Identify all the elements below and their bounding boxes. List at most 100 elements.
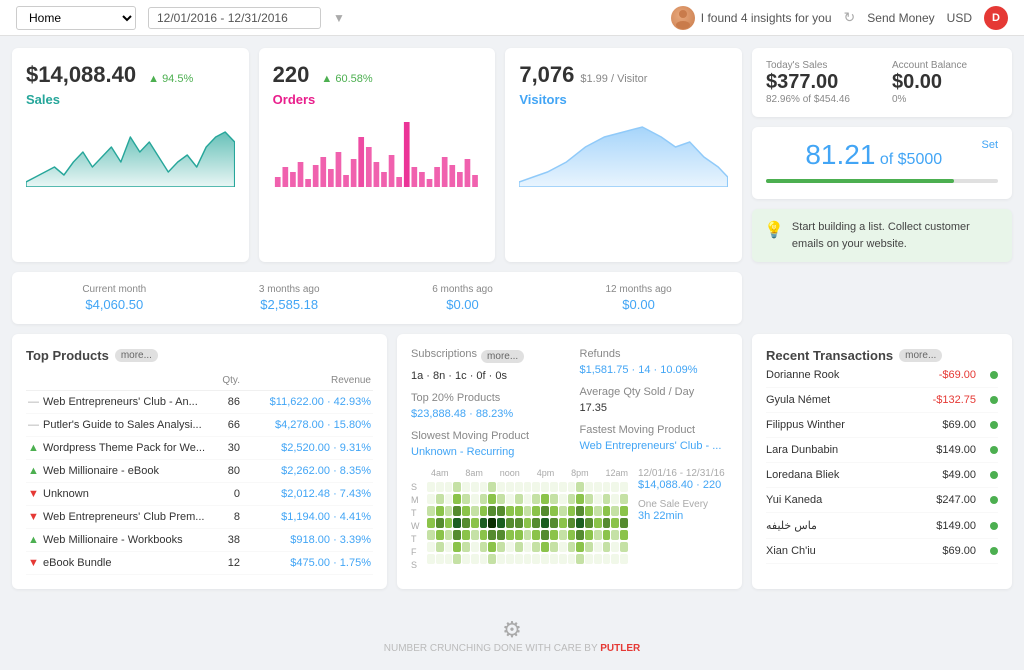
product-qty: 80: [215, 460, 242, 483]
heatmap-day-label: S: [411, 482, 423, 493]
heatmap-cell: [462, 506, 470, 516]
tx-amount: -$132.75: [933, 394, 976, 406]
tx-status-dot: [990, 396, 998, 404]
heatmap-cell: [445, 518, 453, 528]
transaction-row: Xian Ch'iu $69.00: [766, 539, 998, 564]
heatmap-cell: [576, 518, 584, 528]
account-balance-stat: Account Balance $0.00 0%: [892, 60, 998, 105]
main-grid: $14,088.40 94.5% Sales 220 60.58% Orders: [0, 36, 1024, 601]
middle-top-stats: Subscriptions more... 1a · 8n · 1c · 0f …: [411, 348, 728, 458]
calendar-icon[interactable]: ▼: [333, 11, 345, 25]
orders-label: Orders: [273, 92, 482, 107]
heatmap-cell: [497, 494, 505, 504]
heatmap-cell: [462, 518, 470, 528]
avg-qty-val: 17.35: [580, 402, 729, 414]
goal-card: Set 81.21 of $5000: [752, 127, 1012, 199]
table-row: ▲ Web Millionaire - eBook 80 $2,262.00 ·…: [26, 460, 373, 483]
heatmap-column: [506, 482, 514, 571]
refresh-icon[interactable]: ↻: [844, 9, 856, 26]
heatmap-cell: [576, 506, 584, 516]
heatmap-cell: [620, 482, 628, 492]
subscriptions-more[interactable]: more...: [481, 350, 524, 363]
heatmap-cell: [462, 482, 470, 492]
footer-text: NUMBER CRUNCHING DONE WITH CARE BY PUTLE…: [16, 643, 1008, 654]
tx-name: Loredana Bliek: [766, 469, 839, 481]
heatmap-cell: [585, 530, 593, 540]
heatmap-cell: [488, 554, 496, 564]
heatmap-cell: [594, 530, 602, 540]
heatmap-cell: [453, 530, 461, 540]
tx-status-dot: [990, 547, 998, 555]
heatmap-cell: [568, 530, 576, 540]
top-products-more[interactable]: more...: [115, 349, 158, 362]
heatmap-cell: [559, 494, 567, 504]
product-revenue: $2,012.48 · 7.43%: [242, 483, 373, 506]
green-banner: 💡 Start building a list. Collect custome…: [752, 209, 1012, 262]
heatmap-cell: [480, 542, 488, 552]
heatmap-cell: [568, 554, 576, 564]
heatmap-column: [453, 482, 461, 571]
period-6mo-amount: $0.00: [432, 297, 493, 312]
heatmap-cell: [550, 530, 558, 540]
heatmap-cell: [445, 482, 453, 492]
heatmap-cell: [445, 494, 453, 504]
heatmap-cell: [436, 506, 444, 516]
product-revenue: $11,622.00 · 42.93%: [242, 391, 373, 414]
product-qty: 12: [215, 552, 242, 575]
send-money-link[interactable]: Send Money: [867, 11, 934, 25]
home-select[interactable]: Home: [16, 6, 136, 30]
heatmap-cell: [620, 494, 628, 504]
heatmap-time-labels: 4am8amnoon4pm8pm12am: [411, 468, 628, 478]
heatmap-cell: [585, 542, 593, 552]
transactions-more[interactable]: more...: [899, 349, 942, 362]
heatmap-column: [532, 482, 540, 571]
fastest-val: Web Entrepreneurs' Club - ...: [580, 440, 729, 452]
heatmap-stats: 12/01/16 - 12/31/16 $14,088.40 · 220 One…: [638, 468, 728, 571]
subscriptions-label: Subscriptions: [411, 348, 477, 360]
product-revenue: $918.00 · 3.39%: [242, 529, 373, 552]
heatmap-cell: [585, 482, 593, 492]
heatmap-cell: [427, 506, 435, 516]
one-sale-label: One Sale Every: [638, 499, 728, 510]
visitors-label: Visitors: [519, 92, 728, 107]
heatmap-column: [524, 482, 532, 571]
heatmap-cell: [462, 494, 470, 504]
heatmap-cell: [585, 554, 593, 564]
heatmap-cell: [462, 554, 470, 564]
period-12mo-label: 12 months ago: [605, 284, 671, 295]
heatmap-column: [462, 482, 470, 571]
heatmap-day-label: S: [411, 560, 423, 571]
sales-balance-card: Today's Sales $377.00 82.96% of $454.46 …: [752, 48, 1012, 117]
product-revenue: $1,194.00 · 4.41%: [242, 506, 373, 529]
tx-amount: $149.00: [936, 520, 976, 532]
tx-name: ماس خليفه: [766, 519, 817, 532]
tx-status-dot: [990, 371, 998, 379]
table-row: ▼ eBook Bundle 12 $475.00 · 1.75%: [26, 552, 373, 575]
heatmap-cell: [620, 518, 628, 528]
period-current-label: Current month: [82, 284, 146, 295]
tx-status-dot: [990, 496, 998, 504]
heatmap-cell: [541, 542, 549, 552]
heatmap-cell: [471, 518, 479, 528]
heatmap-cell: [480, 530, 488, 540]
date-range-input[interactable]: [148, 7, 321, 29]
set-link[interactable]: Set: [981, 139, 998, 151]
insights-button[interactable]: I found 4 insights for you: [671, 6, 832, 30]
heatmap-cell: [550, 518, 558, 528]
heatmap-area: 4am8amnoon4pm8pm12am SMTWTFS 12/01/16 - …: [411, 468, 728, 571]
heatmap-cell: [568, 518, 576, 528]
heatmap-cell: [515, 542, 523, 552]
heatmap-cell: [488, 506, 496, 516]
insights-text: I found 4 insights for you: [701, 11, 832, 25]
orders-change: 60.58%: [321, 73, 372, 85]
heatmap-cell: [576, 482, 584, 492]
heatmap-day-label: F: [411, 547, 423, 558]
tx-amount: $149.00: [936, 444, 976, 456]
user-avatar[interactable]: D: [984, 6, 1008, 30]
heatmap-column: [594, 482, 602, 571]
footer: ⚙ NUMBER CRUNCHING DONE WITH CARE BY PUT…: [0, 601, 1024, 670]
heatmap-cell: [471, 494, 479, 504]
heatmap-cell: [568, 494, 576, 504]
table-row: ▲ Web Millionaire - Workbooks 38 $918.00…: [26, 529, 373, 552]
product-revenue: $2,520.00 · 9.31%: [242, 437, 373, 460]
